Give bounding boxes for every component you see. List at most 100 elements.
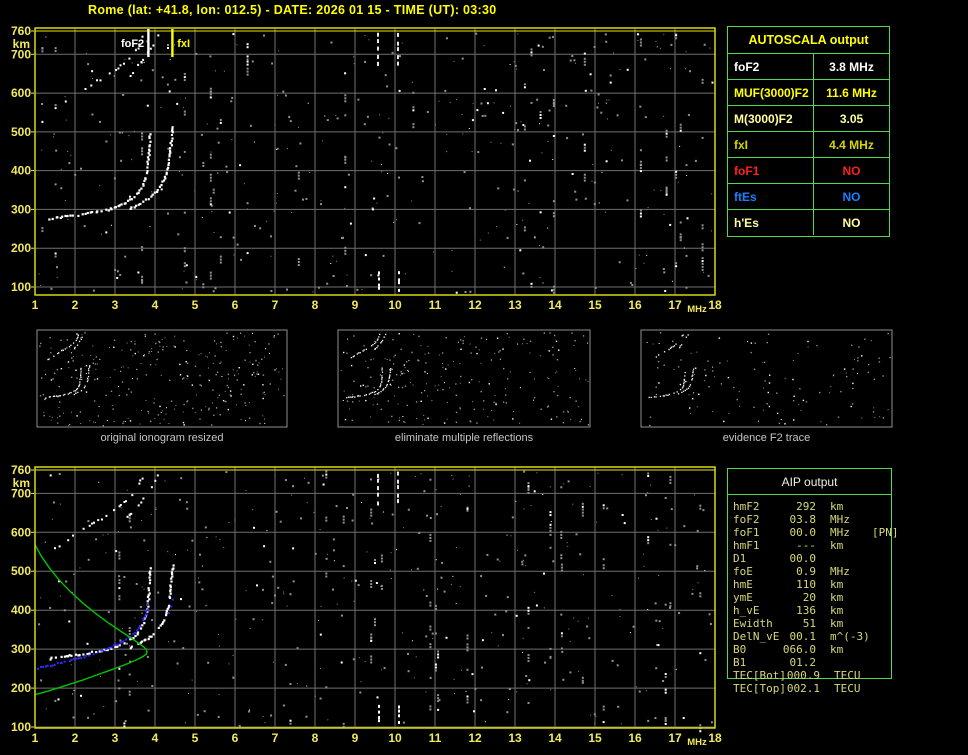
station-title: Rome (lat: +41.8, lon: 012.5) - DATE: 20… (88, 3, 497, 17)
aip-output-rows: hmF2 292 km foF2 03.8 MHz foF1 00.0 MHz [PN] hmF1 -… (733, 500, 913, 695)
y-tick-label: 400 (11, 164, 31, 178)
y-tick-label: 500 (11, 125, 31, 139)
y-tick-label: 100 (11, 280, 31, 294)
plot-border (34, 466, 716, 729)
y-tick-label: 300 (11, 202, 31, 216)
fxI-marker-label: fxI (177, 38, 190, 50)
aip-row-hvE: h_vE 136 km (733, 604, 913, 617)
thumbnail-original (36, 329, 288, 428)
x-tick-label: 1 (32, 298, 39, 312)
aip-cell-p: TEC[Bot] (733, 669, 786, 682)
autoscala-row-ftEs: ftEs NO (728, 184, 889, 210)
x-tick-label: 7 (272, 731, 279, 745)
aip-cell-v: 066.0 (782, 643, 816, 656)
x-tick-label: 16 (628, 298, 642, 312)
aip-cell-v: --- (796, 539, 816, 552)
y-tick-label: 200 (11, 241, 31, 255)
x-tick-label: 15 (588, 731, 602, 745)
grid-lines (35, 28, 715, 295)
aip-row-foF2: foF2 03.8 MHz (733, 513, 913, 526)
aip-cell-p: DelN_vE (733, 630, 780, 643)
aip-cell-v: 51 (802, 617, 816, 630)
aip-cell-u: MHz (830, 513, 850, 526)
aip-cell-u: MHz (830, 526, 850, 539)
aip-cell-v: 292 (796, 500, 816, 513)
x-tick-label: 2 (72, 298, 79, 312)
aip-row-hmE: hmE 110 km (733, 578, 913, 591)
axis-labels: 760700600500400300200100km1 2 3 4 5 6 7 8 9 10 11 1… (11, 463, 722, 748)
aip-cell-u: km (830, 578, 844, 591)
y-tick-label: 600 (11, 86, 31, 100)
x-tick-label: 12 (468, 298, 482, 312)
top-ionogram: 760700600500400300200100km1 2 3 4 5 6 7 8 9 10 11 1… (11, 24, 722, 315)
aip-cell-v: 00.1 (789, 630, 817, 643)
param-value: 11.6 MHz (826, 85, 877, 100)
y-axis-unit: km (13, 476, 30, 490)
x-tick-label: 11 (429, 298, 442, 312)
y-tick-label: 500 (11, 564, 31, 578)
autoscala-row-hEs: h'Es NO (728, 210, 889, 235)
param-label: h'Es (728, 210, 814, 235)
x-tick-label: 8 (312, 298, 319, 312)
x-tick-label: 18 (708, 298, 722, 312)
aip-cell-p: Ewidth (733, 617, 773, 630)
param-label: fxI (728, 132, 814, 157)
x-tick-label: 9 (352, 298, 359, 312)
noise-dots (38, 32, 714, 294)
x-tick-label: 6 (232, 731, 239, 745)
x-axis-unit: MHz (687, 304, 707, 315)
x-tick-label: 16 (628, 731, 642, 745)
thumbnail-evidence (640, 329, 893, 428)
param-label: M(3000)F2 (728, 106, 814, 131)
thumbnail-caption-eliminate: eliminate multiple reflections (394, 432, 534, 444)
param-value: 3.8 MHz (829, 59, 874, 74)
grid-lines (35, 467, 715, 728)
param-value: 4.4 MHz (829, 137, 874, 152)
aip-row-hmF1: hmF1 --- km (733, 539, 913, 552)
aip-cell-u: m^(-3) (830, 630, 870, 643)
aip-cell-p: foE (733, 565, 753, 578)
echo-traces (34, 474, 175, 696)
autoscala-row-foF2: foF2 3.8 MHz (728, 54, 889, 80)
param-label: foF2 (728, 54, 814, 79)
aip-cell-v: 00.0 (789, 526, 817, 539)
aip-cell-u: km (830, 643, 844, 656)
x-tick-label: 10 (388, 298, 402, 312)
aip-cell-u: TECU (833, 682, 861, 695)
x-tick-label: 14 (548, 731, 562, 745)
aip-cell-v: 002.1 (786, 682, 820, 695)
aip-row-Ewidth: Ewidth 51 km (733, 617, 913, 630)
profile-curve (34, 544, 148, 696)
aip-cell-u: km (830, 539, 844, 552)
aip-cell-v: 0.9 (796, 565, 816, 578)
aip-cell-p: B1 (733, 656, 747, 669)
aip-cell-v: 136 (796, 604, 816, 617)
aip-cell-p: hmF1 (733, 539, 760, 552)
x-tick-label: 10 (388, 731, 402, 745)
aip-cell-u: km (830, 500, 844, 513)
aip-cell-p: ymE (733, 591, 753, 604)
param-value: 3.05 (839, 111, 864, 126)
x-tick-label: 18 (708, 731, 722, 745)
aip-row-DelNvE: DelN_vE 00.1 m^(-3) (733, 630, 913, 643)
thumbnail-border (337, 329, 591, 428)
aip-cell-u: km (830, 604, 844, 617)
x-tick-label: 14 (548, 298, 562, 312)
aip-row-B1: B1 01.2 (733, 656, 913, 669)
bottom-ionogram: 760700600500400300200100km1 2 3 4 5 6 7 8 9 10 11 1… (11, 463, 722, 748)
aip-cell-u: MHz (830, 565, 850, 578)
x-tick-label: 13 (508, 731, 522, 745)
aip-cell-v: 01.2 (789, 656, 817, 669)
aip-cell-u: km (830, 591, 844, 604)
x-tick-label: 5 (192, 731, 199, 745)
x-tick-label: 7 (272, 298, 279, 312)
param-label: ftEs (728, 184, 814, 209)
x-tick-label: 5 (192, 298, 199, 312)
aip-row-ymE: ymE 20 km (733, 591, 913, 604)
aip-cell-p: D1 (733, 552, 747, 565)
plot-border (34, 27, 716, 296)
aip-cell-p: hmF2 (733, 500, 760, 513)
aip-row-foE: foE 0.9 MHz (733, 565, 913, 578)
x-tick-label: 17 (668, 298, 682, 312)
autoscala-row-MUF3000F2: MUF(3000)F2 11.6 MHz (728, 80, 889, 106)
